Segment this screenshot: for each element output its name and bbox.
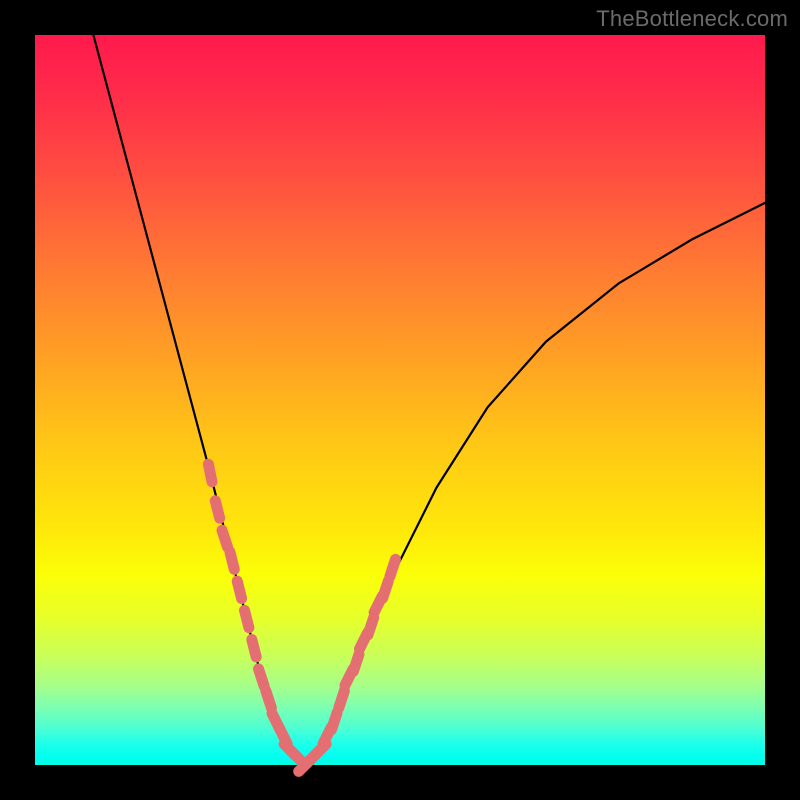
dotted-segment-right [323, 559, 396, 743]
dotted-segment-left [208, 464, 271, 708]
plot-area [35, 35, 765, 765]
chart-frame: TheBottleneck.com [0, 0, 800, 800]
bottleneck-curve [93, 35, 765, 765]
watermark-text: TheBottleneck.com [596, 6, 788, 32]
curve-svg [35, 35, 765, 765]
